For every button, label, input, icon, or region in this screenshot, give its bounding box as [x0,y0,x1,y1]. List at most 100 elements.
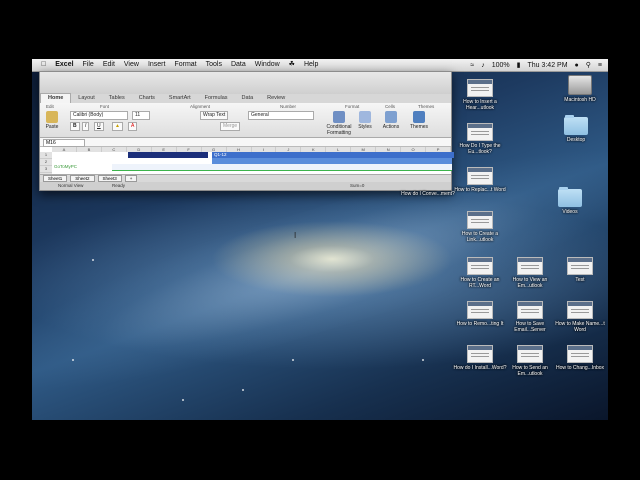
menu-edit[interactable]: Edit [103,59,115,71]
tab-charts[interactable]: Charts [132,94,162,103]
desktop-icon-file[interactable]: How to Replac...t Word [452,167,508,193]
excel-titlebar[interactable] [40,72,451,94]
italic-button[interactable]: I [82,122,90,131]
status-bar: Normal View Ready Sum=0 [40,182,451,190]
wifi-icon[interactable]: ≈ [470,62,474,69]
menu-script-icon[interactable]: ☘ [289,59,295,71]
menu-tools[interactable]: Tools [206,59,222,71]
actions-button[interactable]: Actions [380,111,402,130]
ribbon-tabs: Home Layout Tables Charts SmartArt Formu… [40,93,451,103]
desktop-icon-file[interactable]: How to Send an Em...utlook [502,345,558,377]
header-fill-cells[interactable] [128,152,208,158]
bold-button[interactable]: B [70,122,80,131]
tab-home[interactable]: Home [40,93,72,103]
ribbon: Edit Font Alignment Number Format Cells … [40,103,451,138]
styles-label: Styles [358,124,372,130]
battery-icon[interactable]: ▮ [517,61,521,69]
cell-reference-box[interactable]: M16 [43,139,85,147]
tab-formulas[interactable]: Formulas [198,94,235,103]
desktop-icon-file[interactable]: How to Create a Link...utlook [452,211,508,243]
desktop-icon-label: How to Create a Link...utlook [461,231,499,243]
menu-help[interactable]: Help [304,59,318,71]
notification-center-icon[interactable]: ≡ [598,62,602,69]
tab-layout[interactable]: Layout [71,94,102,103]
menu-insert[interactable]: Insert [148,59,166,71]
add-sheet-button[interactable]: + [124,175,138,182]
merge-button[interactable]: Merge [220,122,241,131]
tab-tables[interactable]: Tables [102,94,132,103]
desktop-icon-label: How to Create an RT...Word [460,277,500,289]
menu-data[interactable]: Data [231,59,246,71]
battery-percent[interactable]: 100% [492,62,510,69]
document-thumbnail-icon [517,257,543,275]
formula-bar[interactable]: M16 [40,138,451,147]
desktop-icon-file[interactable]: How do I Install...Word? [452,345,508,371]
col-header[interactable]: B [77,147,102,152]
sheet-tab-2[interactable]: Sheet2 [70,175,95,182]
desktop-icon-file[interactable]: How to Create an RT...Word [452,257,508,289]
tab-data[interactable]: Data [235,94,261,103]
font-color-icon[interactable]: A [128,122,138,131]
user-icon[interactable]: ● [575,62,579,69]
desktop-icon-file[interactable]: How to Save Email...Server [502,301,558,333]
font-size-select[interactable]: 11 [132,111,150,120]
desktop-icon-label: How to Make Name...t Word [555,321,605,333]
paste-button[interactable]: Paste [43,111,61,130]
volume-icon[interactable]: ♪ [481,62,485,69]
desktop-icon-file[interactable]: How to Insert a Hear...utlook [452,79,508,111]
menu-view[interactable]: View [124,59,139,71]
tab-review[interactable]: Review [260,94,292,103]
menu-file[interactable]: File [83,59,94,71]
group-edit: Edit [46,104,54,109]
desktop-icon-label: How do I Conve...ment? [401,191,455,197]
tab-smartart[interactable]: SmartArt [162,94,198,103]
desktop-icon-file[interactable]: How to Chang...Inbox [552,345,608,371]
menu-app-name[interactable]: Excel [55,59,73,71]
clock[interactable]: Thu 3:42 PM [527,62,567,69]
desktop-icon-macintosh-hd[interactable]: Macintosh HD [552,75,608,103]
menu-format[interactable]: Format [174,59,196,71]
desktop-icon-desktop[interactable]: Desktop [548,115,604,143]
desktop:  Excel File Edit View Insert Format Too… [32,59,608,420]
desktop-icon-label: How to View an Em...utlook [512,277,548,289]
desktop-icon-file[interactable]: How do I Conve...ment? [400,191,456,197]
status-view[interactable]: Normal View [58,183,83,188]
folder-icon [564,115,588,135]
sheet-tab-3[interactable]: Sheet3 [97,175,122,182]
desktop-icon-videos[interactable]: Videos [542,187,598,215]
apple-icon[interactable]:  [41,59,46,71]
themes-button[interactable]: Themes [408,111,430,130]
document-thumbnail-icon [467,79,493,97]
number-format-select[interactable]: General [248,111,314,120]
desktop-icon-file[interactable]: How to View an Em...utlook [502,257,558,289]
conditional-formatting-icon [333,111,345,123]
document-thumbnail-icon [517,345,543,363]
actions-label: Actions [382,124,400,130]
underline-button[interactable]: U [94,122,104,131]
col-header[interactable]: A [52,147,77,152]
desktop-icon-file[interactable]: How to Make Name...t Word [552,301,608,333]
sheet-tab-1[interactable]: Sheet1 [43,175,68,182]
highlight-color-icon[interactable]: ▲ [112,122,123,131]
menu-window[interactable]: Window [255,59,280,71]
row-header[interactable]: 1 [40,152,52,159]
col-header[interactable]: C [102,147,127,152]
desktop-icon-file[interactable]: How Do I Type the Eu...tlook? [452,123,508,155]
group-format: Format [345,104,360,109]
desktop-icon-file[interactable]: How to Remo...ting It [452,301,508,327]
desktop-icon-label: How to Chang...Inbox [555,365,605,371]
status-sum[interactable]: Sum=0 [350,183,364,188]
styles-button[interactable]: Styles [356,111,374,130]
conditional-formatting-button[interactable]: Conditional Formatting [324,111,354,136]
row-header[interactable]: 3 [40,166,52,173]
document-thumbnail-icon [567,301,593,319]
document-thumbnail-icon [467,301,493,319]
font-name-select[interactable]: Calibri (Body) [70,111,128,120]
wrap-text-button[interactable]: Wrap Text [200,111,229,120]
desktop-icon-file[interactable]: Test [552,257,608,283]
spreadsheet-grid[interactable]: A B C D E F G H I J K L M N O P 1 2 3 Q1… [40,147,454,180]
gotomypc-cell[interactable]: GoToMyPC [54,164,77,169]
row-header[interactable]: 2 [40,159,52,166]
spotlight-icon[interactable]: ⚲ [586,61,591,69]
desktop-icon-label: How Do I Type the Eu...tlook? [459,143,501,155]
